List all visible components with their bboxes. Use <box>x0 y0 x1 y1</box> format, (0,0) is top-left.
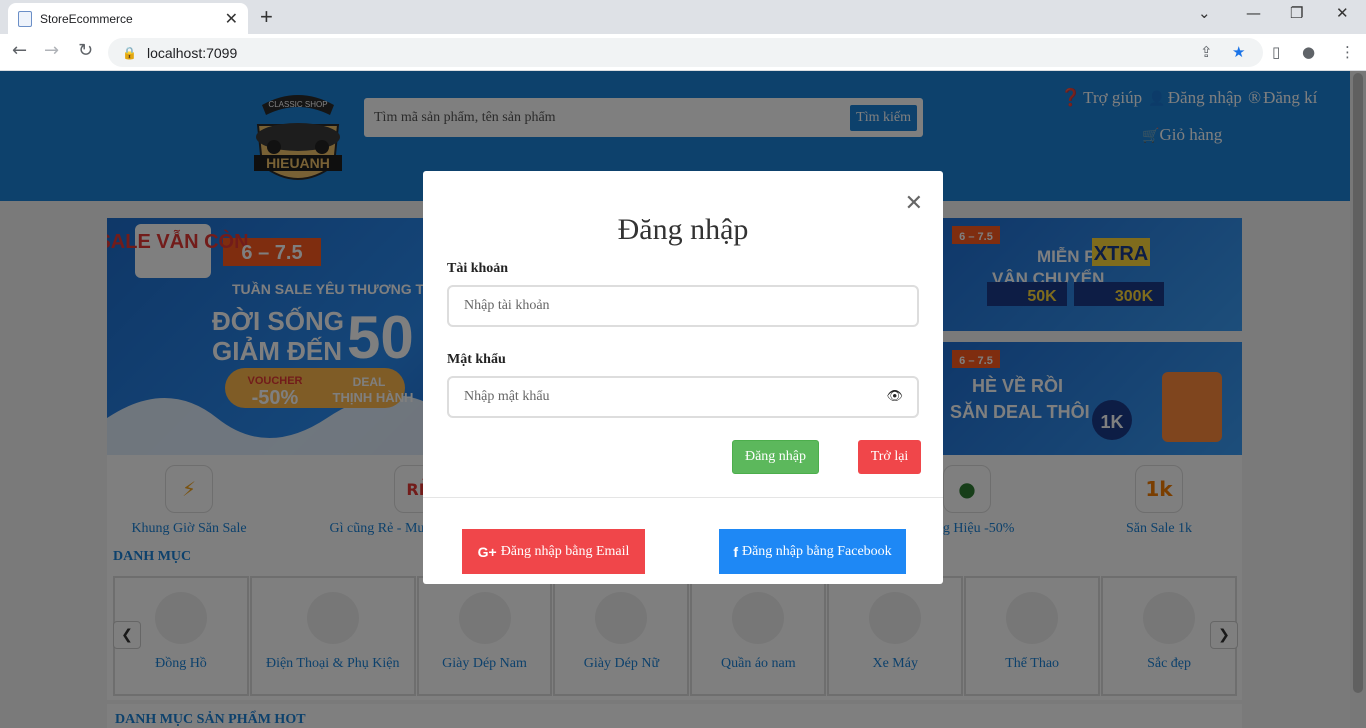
facebook-login-label: Đăng nhập bằng Facebook <box>741 543 892 559</box>
google-plus-icon: G+ <box>477 543 497 560</box>
password-label: Mật khẩu <box>447 352 506 367</box>
close-icon[interactable]: ✕ <box>905 193 923 215</box>
back-arrow-icon[interactable]: ← <box>12 40 27 61</box>
reload-icon[interactable]: ↻ <box>78 40 93 61</box>
modal-divider <box>423 497 943 498</box>
back-button[interactable]: Trở lại <box>858 440 921 474</box>
username-placeholder: Nhập tài khoản <box>464 298 550 313</box>
minimize-icon[interactable]: — <box>1246 4 1261 22</box>
new-tab-icon[interactable]: + <box>260 4 273 30</box>
forward-arrow-icon[interactable]: → <box>44 40 59 61</box>
email-login-label: Đăng nhập bằng Email <box>500 543 630 559</box>
login-button[interactable]: Đăng nhập <box>732 440 819 474</box>
tab-close-icon[interactable]: ✕ <box>225 9 238 29</box>
email-login-button[interactable]: G+ Đăng nhập bằng Email <box>462 529 645 574</box>
password-placeholder: Nhập mật khẩu <box>464 389 550 404</box>
bookmark-star-icon[interactable]: ★ <box>1232 43 1245 61</box>
tab-search-chevron-icon[interactable]: ⌄ <box>1198 4 1211 22</box>
profile-avatar-icon[interactable]: ● <box>1302 43 1315 61</box>
tab-title: StoreEcommerce <box>40 11 133 26</box>
address-bar[interactable]: 🔒 localhost:7099 <box>108 38 1263 67</box>
page-favicon-icon <box>18 10 32 27</box>
browser-toolbar: ← → ↻ 🔒 localhost:7099 ⇪ ★ ▯ ● ⋮ <box>0 34 1366 71</box>
browser-tabbar: StoreEcommerce ✕ + ⌄ — ❐ ✕ <box>0 0 1366 34</box>
password-input[interactable]: Nhập mật khẩu 👁 <box>447 376 919 418</box>
maximize-icon[interactable]: ❐ <box>1290 4 1303 22</box>
lock-icon[interactable]: 🔒 <box>122 46 137 60</box>
username-label: Tài khoản <box>447 261 509 276</box>
facebook-login-button[interactable]: f Đăng nhập bằng Facebook <box>719 529 906 574</box>
modal-title: Đăng nhập <box>617 213 749 246</box>
eye-slash-icon[interactable]: 👁 <box>886 389 903 404</box>
side-panel-icon[interactable]: ▯ <box>1272 43 1280 61</box>
url-text: localhost:7099 <box>146 44 238 61</box>
facebook-icon: f <box>733 543 738 560</box>
window-close-icon[interactable]: ✕ <box>1336 4 1349 22</box>
login-modal: ✕ Đăng nhập Tài khoản Nhập tài khoản Mật… <box>423 171 943 584</box>
username-input[interactable]: Nhập tài khoản <box>447 285 919 327</box>
browser-menu-icon[interactable]: ⋮ <box>1340 43 1355 61</box>
browser-tab[interactable]: StoreEcommerce ✕ <box>8 3 248 34</box>
share-icon[interactable]: ⇪ <box>1200 43 1213 61</box>
